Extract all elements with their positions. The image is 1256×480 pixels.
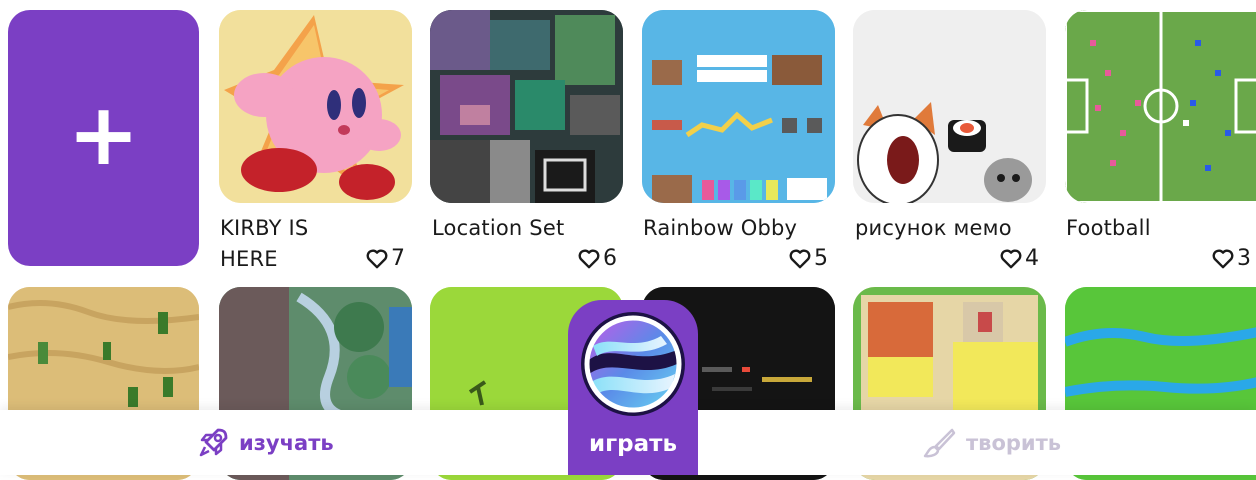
heart-outline-icon: [366, 249, 388, 268]
rocket-icon: [199, 428, 228, 456]
like-count-value: 4: [1025, 246, 1039, 271]
game-thumbnail-kirby[interactable]: [219, 10, 412, 203]
football-field-image: [1065, 10, 1256, 203]
game-title[interactable]: Football: [1066, 213, 1151, 244]
game-title[interactable]: Rainbow Obby: [643, 213, 797, 244]
heart-outline-icon: [1000, 249, 1022, 268]
nav-play-label: играть: [589, 431, 677, 457]
game-thumbnail-location-set[interactable]: [430, 10, 623, 203]
like-count[interactable]: 3: [1212, 246, 1251, 271]
brush-icon: [923, 428, 956, 457]
nav-learn-tab[interactable]: изучать: [197, 410, 334, 475]
nav-play-tab[interactable]: играть: [568, 300, 698, 475]
planet-swirl-logo-icon: [581, 312, 685, 416]
like-count[interactable]: 6: [578, 246, 617, 271]
game-title[interactable]: KIRBY IS HERE: [220, 213, 308, 275]
like-count-value: 7: [391, 246, 405, 271]
heart-outline-icon: [789, 249, 811, 268]
like-count-value: 5: [814, 246, 828, 271]
like-count[interactable]: 4: [1000, 246, 1039, 271]
create-game-button[interactable]: +: [8, 10, 199, 266]
game-thumbnail-risunok-memo[interactable]: [853, 10, 1046, 203]
like-count-value: 3: [1237, 246, 1251, 271]
game-title-line: KIRBY IS: [220, 216, 309, 240]
nav-create-tab[interactable]: творить: [922, 410, 1061, 475]
nav-create-label: творить: [966, 430, 1062, 455]
game-thumbnail-rainbow-obby[interactable]: [642, 10, 835, 203]
nav-learn-label: изучать: [239, 430, 334, 455]
heart-outline-icon: [578, 249, 600, 268]
game-title-line: HERE: [220, 247, 278, 271]
kirby-image: [219, 10, 412, 203]
game-title[interactable]: рисунок мемо: [855, 213, 1012, 244]
heart-outline-icon: [1212, 249, 1234, 268]
location-set-image: [430, 10, 623, 203]
plus-icon: +: [67, 85, 140, 185]
like-count-value: 6: [603, 246, 617, 271]
risunok-memo-image: [853, 10, 1046, 203]
like-count[interactable]: 5: [789, 246, 828, 271]
like-count[interactable]: 7: [366, 246, 405, 271]
rainbow-obby-image: [642, 10, 835, 203]
game-thumbnail-football[interactable]: [1065, 10, 1256, 203]
game-title[interactable]: Location Set: [432, 213, 564, 244]
